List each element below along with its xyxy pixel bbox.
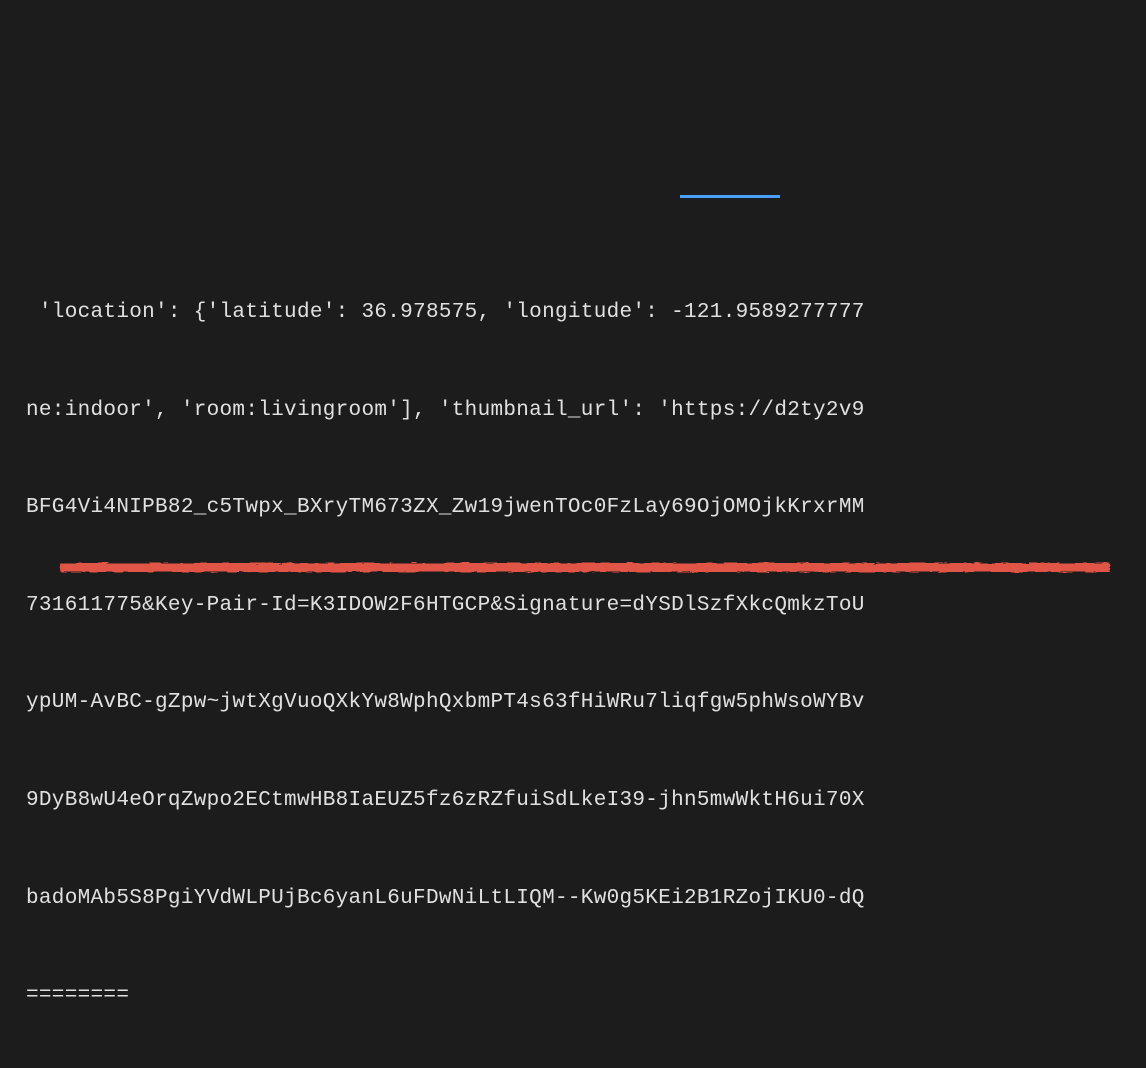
terminal-output[interactable]: 'location': {'latitude': 36.978575, 'lon… (0, 195, 1146, 729)
terminal-line: 9DyB8wU4eOrqZwpo2ECtmwHB8IaEUZ5fz6zRZfui… (26, 785, 1146, 818)
terminal-line: ======== (26, 980, 1146, 1013)
terminal-line: badoMAb5S8PgiYVdWLPUjBc6yanL6uFDwNiLtLIQ… (26, 883, 1146, 916)
terminal-line: ne:indoor', 'room:livingroom'], 'thumbna… (26, 395, 1146, 428)
terminal-line: 731611775&Key-Pair-Id=K3IDOW2F6HTGCP&Sig… (26, 590, 1146, 623)
tab-active-indicator (680, 195, 780, 198)
annotation-strikethrough (60, 563, 1110, 572)
terminal-line: ypUM-AvBC-gZpw~jwtXgVuoQXkYw8WphQxbmPT4s… (26, 687, 1146, 720)
terminal-line: 'location': {'latitude': 36.978575, 'lon… (26, 297, 1146, 330)
terminal-line: BFG4Vi4NIPB82_c5Twpx_BXryTM673ZX_Zw19jwe… (26, 492, 1146, 525)
